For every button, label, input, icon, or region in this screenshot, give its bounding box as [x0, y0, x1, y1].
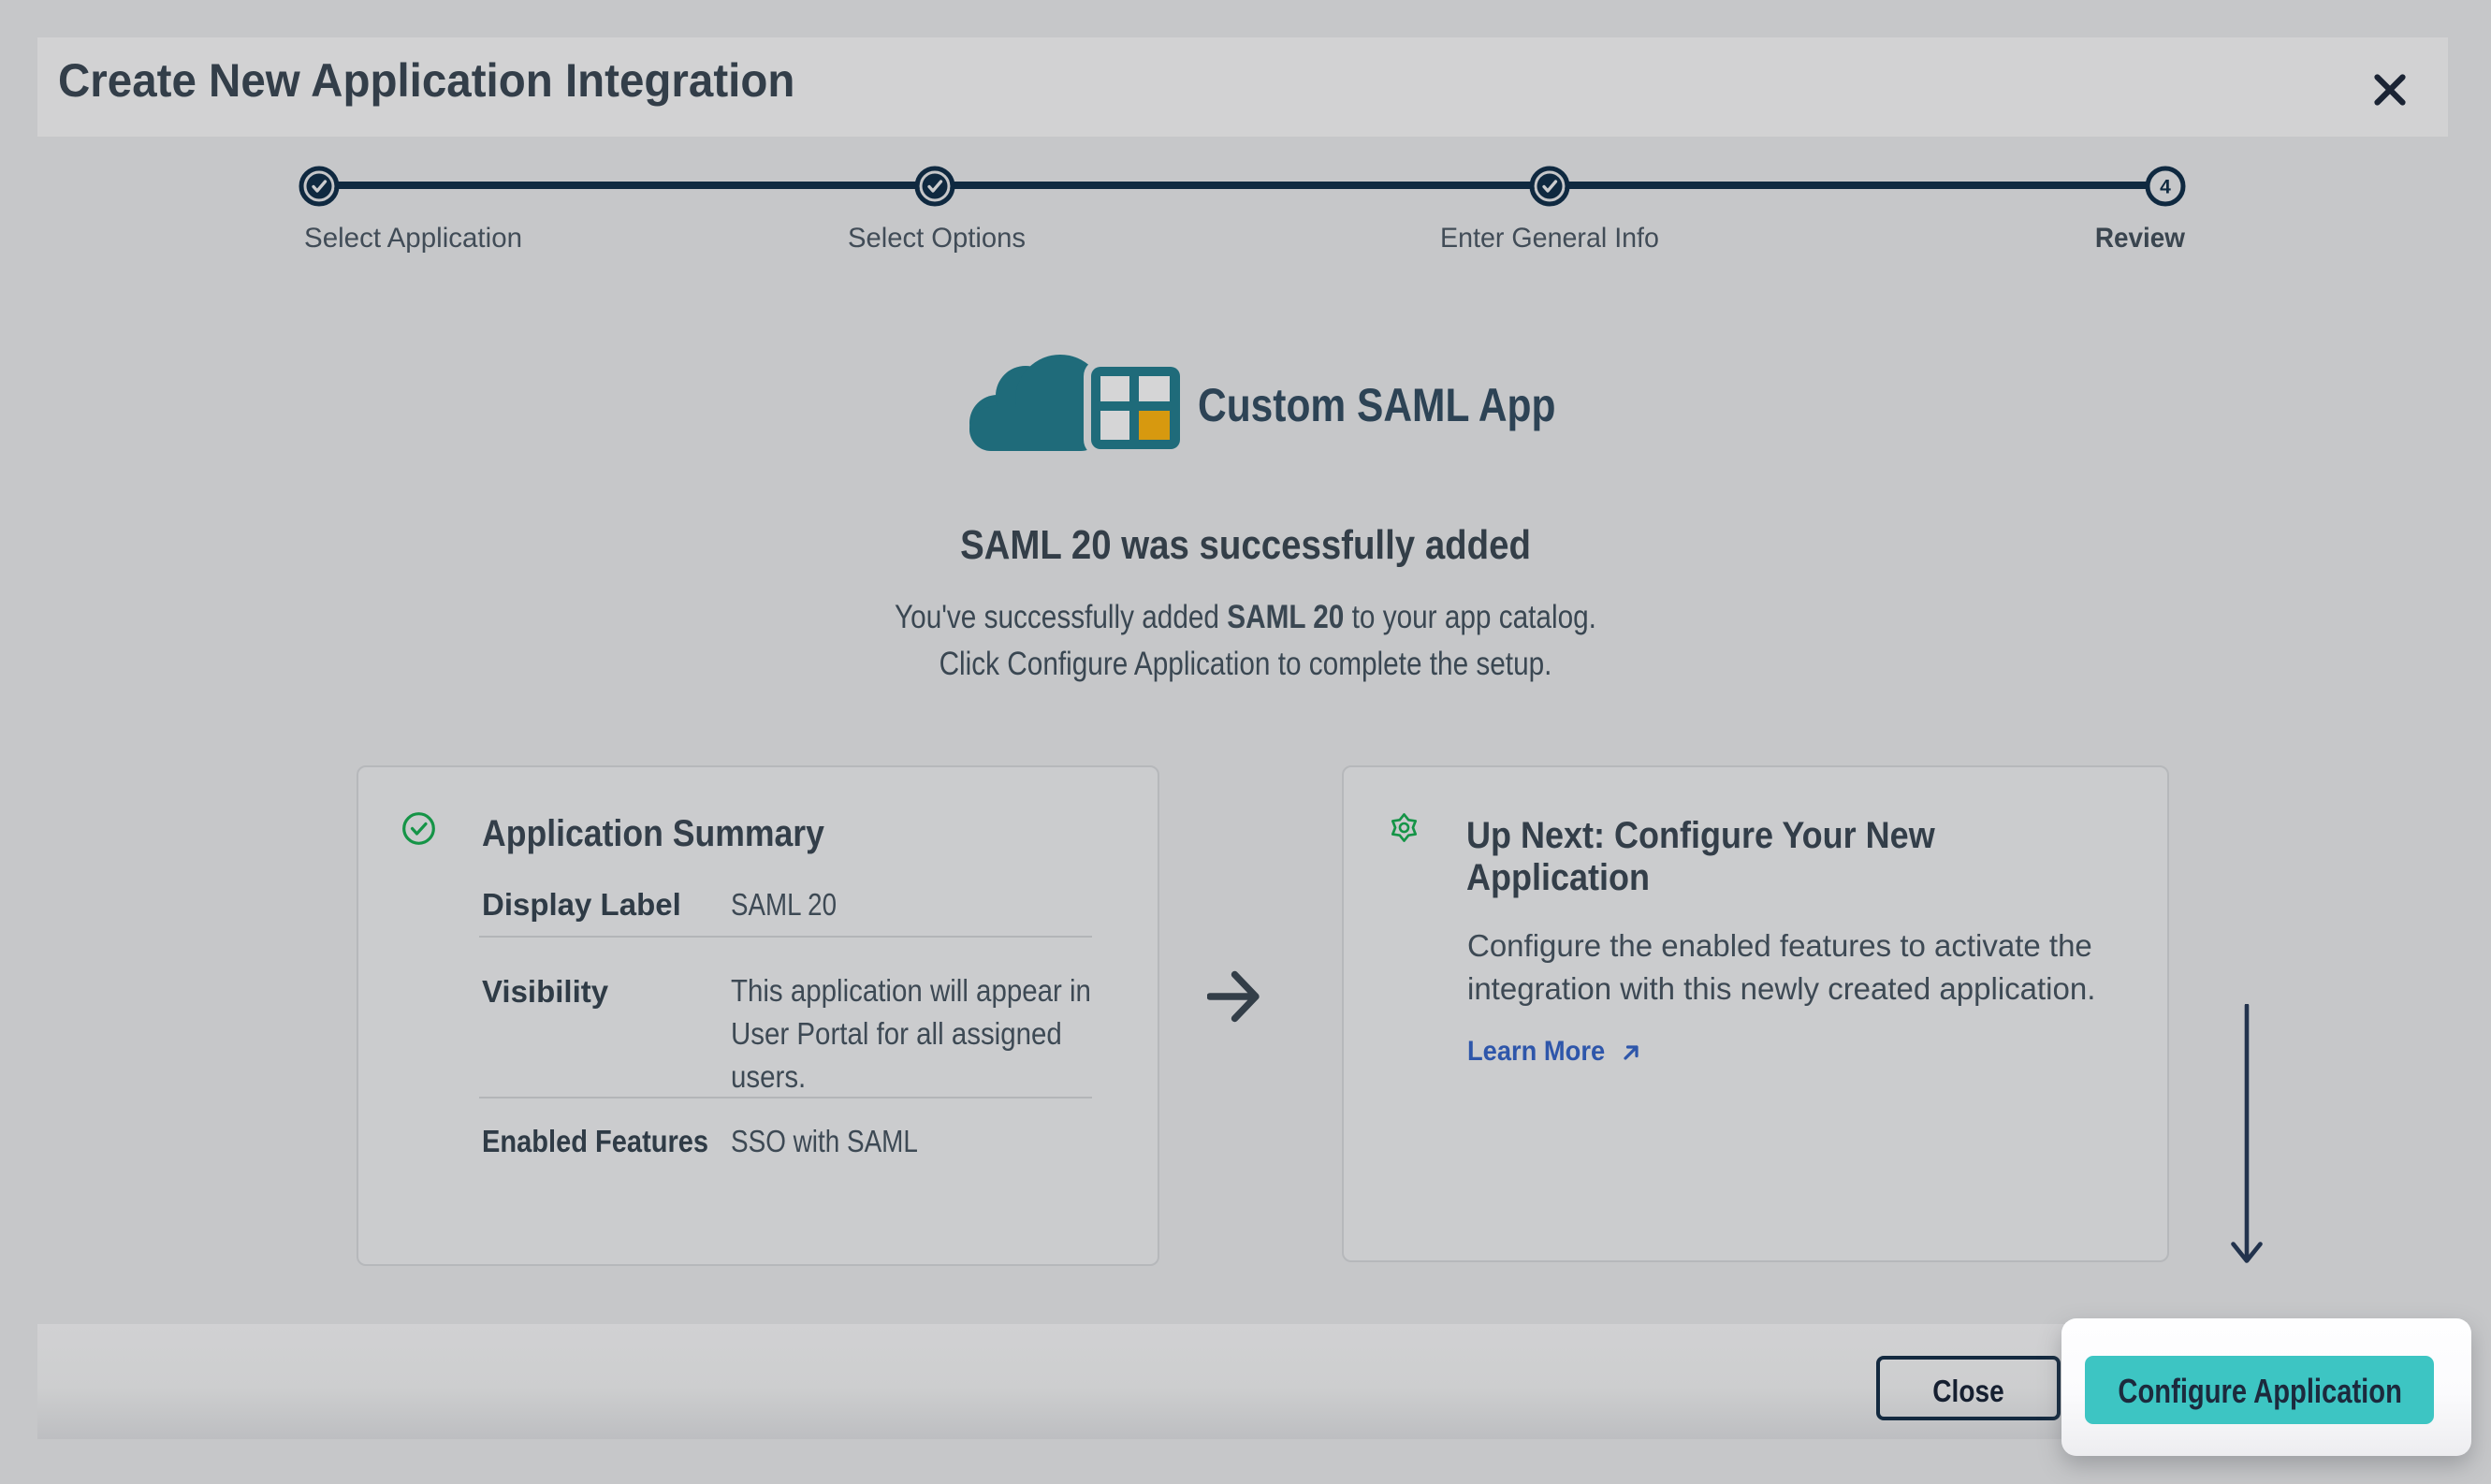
svg-text:4: 4 — [2160, 177, 2171, 198]
